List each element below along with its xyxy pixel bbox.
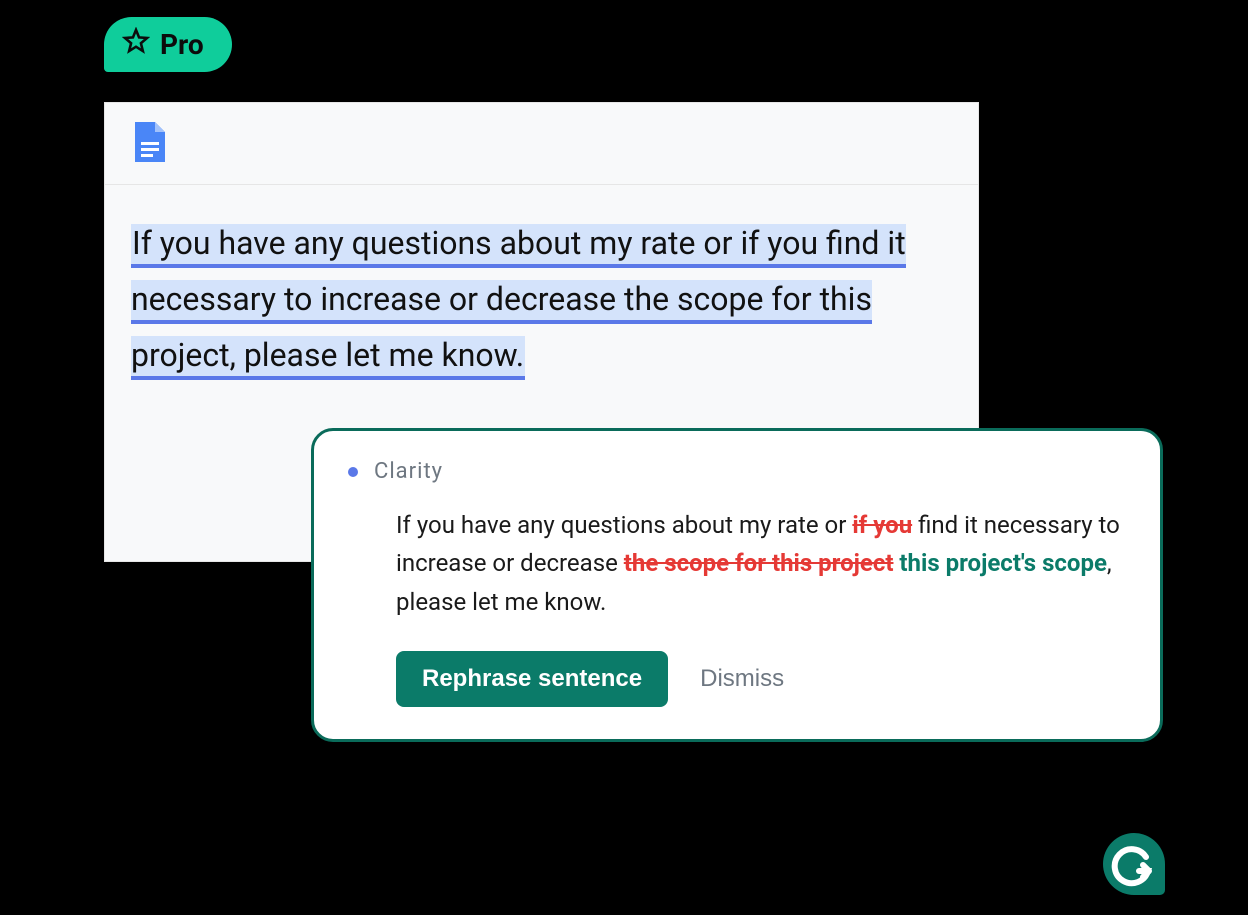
removed-text: if you — [852, 511, 912, 539]
dismiss-button[interactable]: Dismiss — [696, 659, 788, 699]
pro-badge: Pro — [104, 17, 232, 72]
document-body[interactable]: If you have any questions about my rate … — [105, 185, 978, 413]
highlighted-sentence[interactable]: If you have any questions about my rate … — [131, 224, 906, 380]
grammarly-icon[interactable] — [1103, 833, 1165, 895]
suggestion-actions: Rephrase sentence Dismiss — [396, 651, 1126, 707]
category-dot-icon — [348, 467, 358, 477]
pro-badge-label: Pro — [160, 28, 204, 61]
removed-text: the scope for this project — [624, 549, 894, 577]
suggestion-category: Clarity — [374, 459, 443, 484]
suggestion-segment: If you have any questions about my rate … — [396, 511, 852, 539]
document-header — [105, 103, 978, 185]
suggestion-text: If you have any questions about my rate … — [396, 506, 1126, 621]
suggestion-card: Clarity If you have any questions about … — [311, 428, 1163, 742]
google-docs-icon — [133, 120, 167, 168]
rephrase-button[interactable]: Rephrase sentence — [396, 651, 668, 707]
inserted-text: this project's scope — [899, 549, 1106, 577]
star-icon — [122, 27, 150, 62]
suggestion-header: Clarity — [348, 459, 1126, 484]
